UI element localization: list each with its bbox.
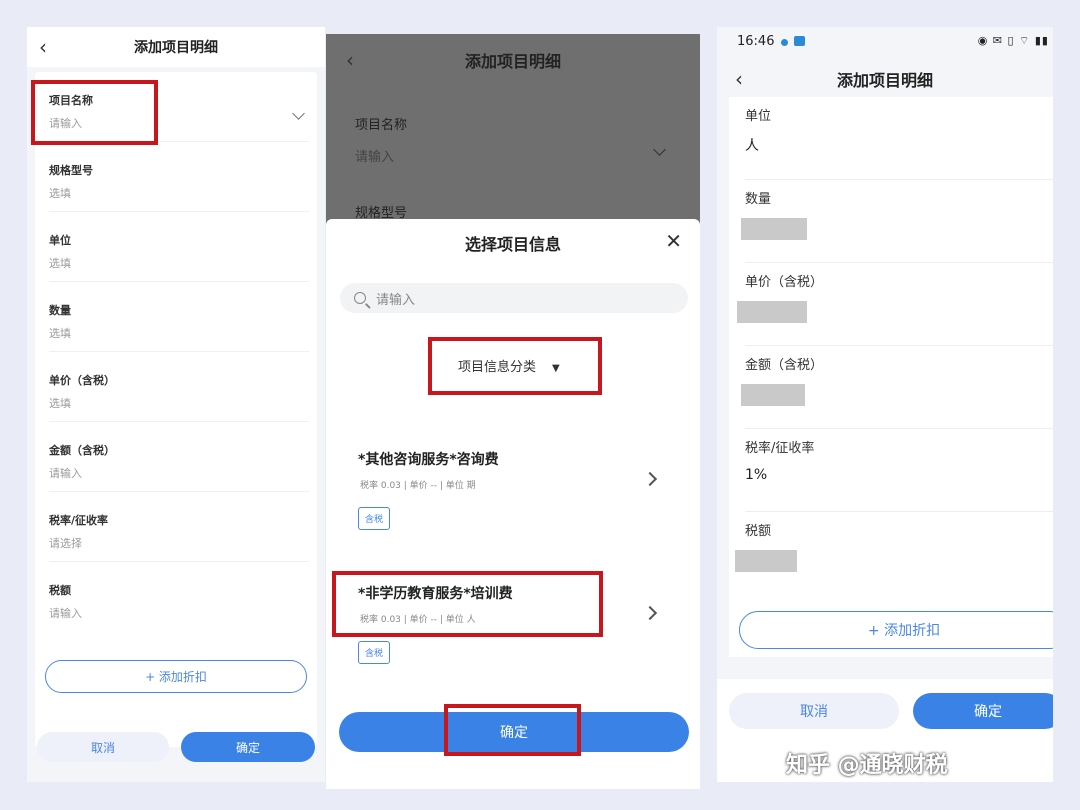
panel-middle: ‹ 添加项目明细 项目名称 请输入 规格型号 选择项目信息 ✕ 请输入 项目信息… [326,34,700,789]
field-label: 数量 [745,192,772,207]
field-input[interactable]: 请输入 [49,605,82,621]
confirm-button[interactable]: 确定 [181,732,315,762]
field-label: 项目名称 [355,118,408,133]
app-icon [794,36,805,46]
highlight-box [31,80,158,145]
search-input[interactable]: 请输入 [340,283,688,313]
highlight-box [332,571,603,637]
form-card: 项目名称 请输入 规格型号 选填 单位 选填 数量 选填 单价（含税） 选填 金… [35,72,317,747]
status-bar: 16:46 ◉ ✉ ▯ ⌔ ▮▮ [717,27,1053,55]
field-tax-amount[interactable]: 税额 [729,512,1053,595]
field-label: 规格型号 [49,164,93,177]
field-input[interactable]: 选填 [49,185,71,201]
highlight-box [428,337,602,395]
field-input[interactable]: 选填 [49,395,71,411]
field-value[interactable]: 人 [745,135,759,155]
background-form: 项目名称 请输入 规格型号 [326,90,700,230]
tax-tag: 含税 [358,507,391,530]
chevron-right-icon[interactable] [642,471,658,487]
back-icon[interactable]: ‹ [39,35,47,59]
back-icon[interactable]: ‹ [735,67,743,91]
search-placeholder: 请输入 [376,292,416,308]
chevron-down-icon [653,143,666,156]
field-tax-rate[interactable]: 税率/征收率 请选择 [35,492,317,562]
nav-bar: ‹ 添加项目明细 [326,38,700,82]
field-label: 数量 [49,304,71,317]
field-tax-rate[interactable]: 税率/征收率 1% [729,429,1053,512]
nav-bar: ‹ 添加项目明细 [27,27,325,67]
close-icon[interactable]: ✕ [665,229,682,253]
panel-left: ‹ 添加项目明细 项目名称 请输入 规格型号 选填 单位 选填 数量 选填 单价… [27,27,325,782]
field-label: 单价（含税） [745,275,824,290]
watermark: 知乎 @通晓财税 [786,753,948,778]
field-input[interactable]: 选填 [49,325,71,341]
field-unit[interactable]: 单位 选填 [35,212,317,282]
field-label: 单位 [49,234,71,247]
redacted-value[interactable] [741,384,805,406]
field-label: 税率/征收率 [49,514,109,527]
cancel-button[interactable]: 取消 [37,732,169,762]
field-select[interactable]: 请选择 [49,535,82,551]
redacted-value[interactable] [735,550,797,572]
field-label: 单位 [745,109,772,124]
highlight-box [444,704,581,756]
field-value[interactable]: 1% [745,467,767,483]
field-unit-price[interactable]: 单价（含税） [729,263,1053,346]
confirm-button[interactable]: 确定 [913,693,1053,729]
status-icons: ◉ ✉ ▯ ⌔ ▮▮ [977,34,1049,47]
field-quantity[interactable]: 数量 选填 [35,282,317,352]
field-input: 请输入 [355,150,395,165]
field-amount[interactable]: 金额（含税） 请输入 [35,422,317,492]
field-label: 税额 [49,584,71,597]
field-label: 金额（含税） [745,358,824,373]
page-title: 添加项目明细 [836,71,933,90]
list-item[interactable]: *其他咨询服务*咨询费 税率 0.03 | 单价 -- | 单位 期 含税 [336,419,690,539]
chevron-down-icon[interactable] [292,107,305,120]
sheet-title: 选择项目信息 [464,235,561,254]
page-title: 添加项目明细 [464,52,561,71]
search-icon [354,292,366,304]
field-unit[interactable]: 单位 人 [729,97,1053,180]
field-spec[interactable]: 规格型号 选填 [35,142,317,212]
field-input[interactable]: 请输入 [49,465,82,481]
field-quantity[interactable]: 数量 [729,180,1053,263]
panel-right: 16:46 ◉ ✉ ▯ ⌔ ▮▮ ‹ 添加项目明细 单位 人 数量 单价（含税）… [717,27,1053,782]
field-label: 税率/征收率 [745,441,815,456]
page-title: 添加项目明细 [134,40,218,56]
field-amount[interactable]: 金额（含税） [729,346,1053,429]
form-card: 单位 人 数量 单价（含税） 金额（含税） 税率/征收率 1% 税额 [729,97,1053,657]
field-label: 单价（含税） [49,374,115,387]
redacted-value[interactable] [741,218,807,240]
redacted-value[interactable] [737,301,807,323]
back-icon[interactable]: ‹ [346,48,354,72]
nav-bar: ‹ 添加项目明细 [717,59,1053,99]
tax-tag: 含税 [358,641,391,664]
add-discount-button[interactable]: + 添加折扣 [739,611,1053,649]
field-unit-price[interactable]: 单价（含税） 选填 [35,352,317,422]
field-label: 金额（含税） [49,444,115,457]
cancel-button[interactable]: 取消 [729,693,899,729]
item-meta: 税率 0.03 | 单价 -- | 单位 期 [360,481,476,491]
status-time: 16:46 [737,34,775,49]
chevron-right-icon[interactable] [642,605,658,621]
field-tax-amount[interactable]: 税额 请输入 [35,562,317,632]
field-input[interactable]: 选填 [49,255,71,271]
notification-icon [781,39,788,46]
add-discount-button[interactable]: + 添加折扣 [45,660,307,693]
item-name: *其他咨询服务*咨询费 [358,452,499,468]
field-label: 税额 [745,524,772,539]
